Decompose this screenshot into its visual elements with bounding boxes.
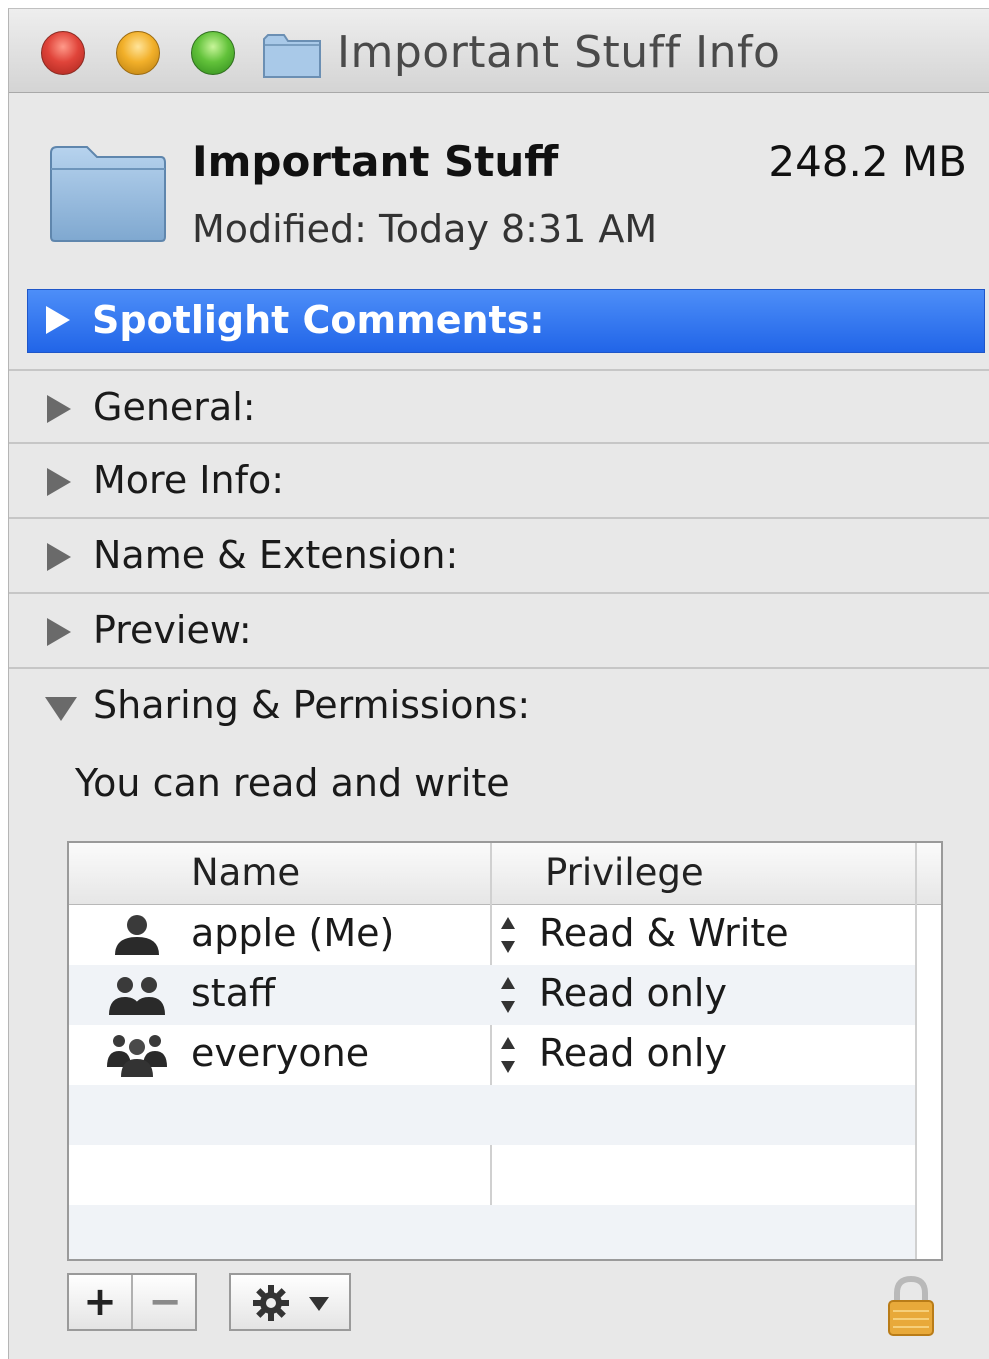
item-size: 248.2 MB [768,137,967,186]
user-name: apple (Me) [191,911,395,955]
lock-icon[interactable] [885,1275,937,1337]
zoom-button[interactable] [191,31,235,75]
folder-icon [50,146,166,242]
section-label: Name & Extension: [93,533,459,577]
table-row-empty [69,1205,915,1259]
stepper-arrows-icon[interactable] [499,915,517,955]
column-divider [915,843,917,1259]
everyone-icon [107,1035,167,1077]
section-label: Preview: [93,608,252,652]
permission-summary: You can read and write [75,761,510,805]
disclosure-triangle-icon[interactable] [47,395,71,423]
folder-icon [263,34,321,78]
window-title: Important Stuff Info [337,27,781,78]
permissions-table[interactable]: Name Privilege apple (Me) Read & Write s… [67,841,943,1261]
add-user-button[interactable]: + [69,1275,133,1329]
section-label: Spotlight Comments: [92,298,545,342]
add-remove-buttons: + − [67,1273,197,1331]
gear-icon [253,1285,289,1321]
single-user-icon [115,915,159,955]
item-name: Important Stuff [192,137,559,186]
user-name: staff [191,971,276,1015]
section-name-extension[interactable]: Name & Extension: [9,519,989,594]
section-spotlight-comments[interactable]: Spotlight Comments: [27,289,985,353]
action-menu-button[interactable] [229,1273,351,1331]
table-row[interactable]: staff Read only [69,965,915,1025]
column-header-name[interactable]: Name [191,851,300,894]
table-row[interactable]: apple (Me) Read & Write [69,905,915,965]
section-label: Sharing & Permissions: [93,683,531,727]
section-preview[interactable]: Preview: [9,594,989,669]
title-bar[interactable]: Important Stuff Info [9,9,989,93]
remove-user-button[interactable]: − [133,1275,197,1329]
disclosure-triangle-icon[interactable] [47,618,71,646]
chevron-down-icon [309,1297,329,1311]
group-icon [109,977,165,1015]
disclosure-triangle-icon[interactable] [47,468,71,496]
disclosure-triangle-icon[interactable] [47,543,71,571]
section-sharing-permissions[interactable]: Sharing & Permissions: [9,669,989,744]
disclosure-triangle-icon[interactable] [46,306,70,334]
section-label: More Info: [93,458,285,502]
stepper-arrows-icon[interactable] [499,975,517,1015]
table-row[interactable]: everyone Read only [69,1025,915,1085]
table-header: Name Privilege [69,843,941,905]
minimize-button[interactable] [116,31,160,75]
section-label: General: [93,385,256,429]
item-modified-date: Modified: Today 8:31 AM [192,207,658,251]
stepper-arrows-icon[interactable] [499,1035,517,1075]
disclosure-triangle-open-icon[interactable] [45,697,77,721]
info-window: Important Stuff Info Important Stuff 248… [8,8,989,1359]
privilege-select[interactable]: Read & Write [539,911,789,955]
section-general[interactable]: General: [9,369,989,444]
close-button[interactable] [41,31,85,75]
privilege-select[interactable]: Read only [539,971,727,1015]
table-row-empty [69,1085,915,1145]
user-name: everyone [191,1031,370,1075]
section-more-info[interactable]: More Info: [9,444,989,519]
column-header-privilege[interactable]: Privilege [545,851,704,894]
privilege-select[interactable]: Read only [539,1031,727,1075]
table-row-empty [69,1145,915,1205]
